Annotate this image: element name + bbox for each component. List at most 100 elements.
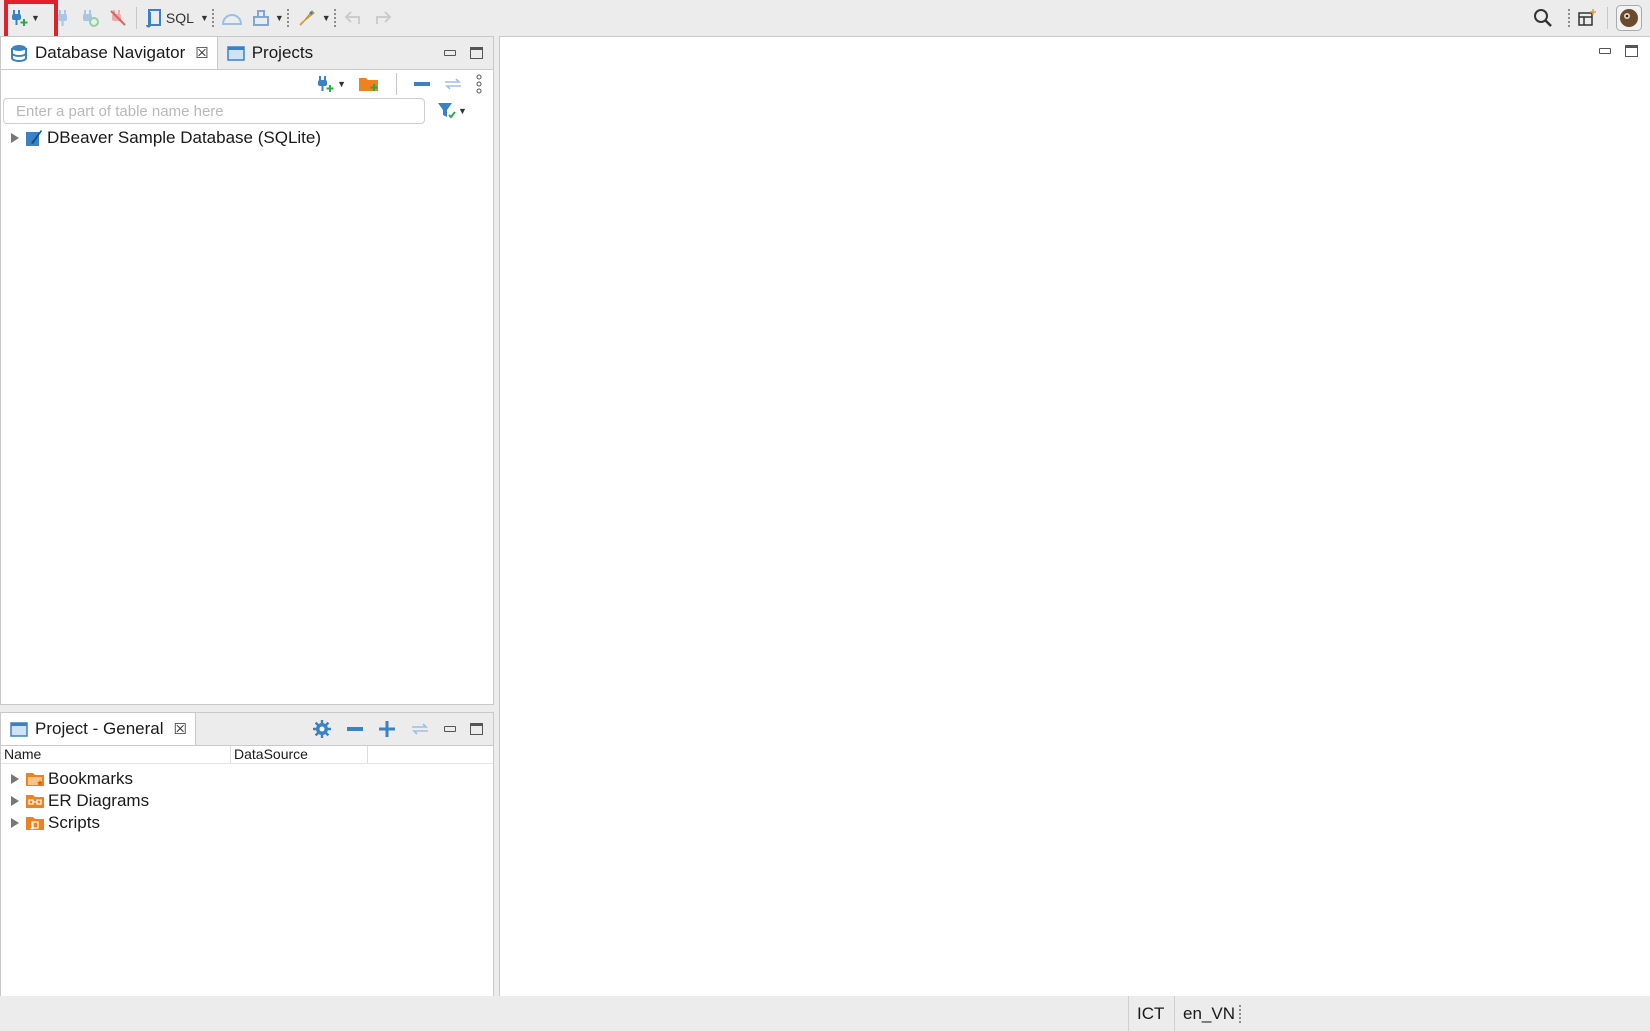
chevron-down-icon[interactable]: ▼ (322, 13, 331, 23)
toolbar-separator (135, 7, 137, 29)
tab-project-general[interactable]: Project - General ☒ (1, 713, 196, 745)
filter-button[interactable]: ▼ (437, 102, 467, 120)
er-diagram-folder-icon (26, 795, 44, 808)
database-icon (11, 45, 27, 63)
new-connection-button[interactable]: ▼ (316, 74, 346, 94)
open-perspective-button[interactable] (1577, 4, 1597, 32)
back-icon (344, 11, 360, 24)
expand-icon[interactable] (11, 133, 19, 143)
navigator-search-row: ▼ (3, 97, 491, 125)
chevron-down-icon[interactable]: ▼ (458, 106, 467, 116)
sql-editor-icon (145, 9, 161, 28)
expand-icon[interactable] (11, 796, 19, 806)
tree-item-bookmarks[interactable]: Bookmarks (1, 768, 493, 790)
status-grip (1239, 1004, 1241, 1024)
toolbar-grip (333, 8, 336, 28)
reconnect-button[interactable] (80, 4, 100, 32)
panel-controls (444, 37, 493, 69)
column-datasource[interactable]: DataSource (231, 746, 368, 763)
minimize-icon[interactable] (444, 50, 456, 56)
close-icon[interactable]: ☒ (195, 44, 208, 62)
project-icon (10, 722, 28, 737)
link-editor-icon[interactable] (443, 77, 463, 91)
new-connection-icon (318, 76, 334, 92)
chevron-down-icon[interactable]: ▼ (275, 13, 284, 23)
tab-label: Project - General (35, 719, 164, 738)
new-folder-icon[interactable] (358, 74, 380, 94)
search-icon (1534, 9, 1552, 27)
minimize-icon[interactable] (1599, 48, 1611, 54)
table-filter-input[interactable] (3, 98, 425, 124)
chevron-down-icon[interactable]: ▼ (200, 13, 209, 23)
status-timezone: ICT (1128, 996, 1172, 1031)
commit-button[interactable]: ▼ (251, 4, 284, 32)
toolbar-separator (396, 73, 397, 95)
database-navigator-panel: Database Navigator ☒ Projects ▼ ▼ (0, 36, 494, 705)
close-icon[interactable]: ☒ (174, 720, 187, 738)
toolbar-grip (1568, 8, 1570, 28)
toolbar-grip (286, 8, 289, 28)
navigator-toolbar: ▼ (1, 70, 493, 98)
project-tabbar: Project - General ☒ (1, 713, 493, 746)
expand-icon[interactable] (11, 774, 19, 784)
sql-editor-button[interactable]: SQL ▼ (145, 4, 209, 32)
tab-label: Database Navigator (35, 43, 186, 62)
editor-area-controls (1599, 45, 1638, 57)
minimize-icon[interactable] (444, 726, 456, 732)
collapse-all-icon[interactable] (413, 78, 431, 90)
status-bar: ICT en_VN (0, 996, 1650, 1031)
view-menu-icon[interactable] (475, 74, 483, 94)
expand-all-icon[interactable] (378, 720, 396, 738)
perspective-icon (1578, 9, 1596, 26)
bookmarks-folder-icon (26, 773, 44, 786)
main-toolbar: ▼ SQL ▼ ▼ ▼ (0, 0, 1650, 36)
gear-icon[interactable] (312, 719, 332, 739)
scripts-folder-icon (26, 817, 44, 830)
expand-icon[interactable] (11, 818, 19, 828)
navigator-tabbar: Database Navigator ☒ Projects (1, 37, 493, 70)
projects-icon (226, 46, 245, 61)
toolbar-grip (211, 8, 214, 28)
filter-icon (438, 103, 456, 119)
transaction-icon (221, 14, 242, 25)
chevron-down-icon[interactable]: ▼ (337, 79, 346, 89)
column-name[interactable]: Name (1, 746, 231, 763)
tree-item-label: Bookmarks (48, 769, 134, 788)
dbeaver-perspective-button[interactable] (1616, 4, 1642, 32)
project-general-panel: Project - General ☒ Name DataSource Book… (0, 712, 494, 998)
project-column-header: Name DataSource (1, 746, 493, 764)
sql-label: SQL (165, 10, 194, 26)
maximize-icon[interactable] (1625, 45, 1638, 57)
forward-button[interactable] (371, 4, 393, 32)
tab-projects[interactable]: Projects (218, 37, 321, 69)
tools-icon (299, 10, 315, 26)
project-tree: Bookmarks ER Diagrams Scripts (1, 768, 493, 834)
tab-label: Projects (251, 43, 314, 62)
reconnect-icon (82, 10, 99, 27)
collapse-all-icon[interactable] (346, 723, 364, 735)
forward-icon (375, 11, 392, 24)
avatar (1616, 5, 1642, 31)
editor-area (499, 36, 1650, 998)
status-locale: en_VN (1174, 996, 1243, 1031)
back-button[interactable] (343, 4, 365, 32)
tools-button[interactable]: ▼ (296, 4, 331, 32)
toolbar-separator (1607, 7, 1608, 29)
maximize-icon[interactable] (470, 47, 483, 59)
tree-item-scripts[interactable]: Scripts (1, 812, 493, 834)
disconnect-button[interactable] (108, 4, 128, 32)
disconnect-icon (110, 10, 126, 26)
tree-item-label: ER Diagrams (48, 791, 150, 810)
tree-item-label: DBeaver Sample Database (SQLite) (47, 128, 322, 147)
navigator-tree: DBeaver Sample Database (SQLite) (1, 127, 493, 149)
link-editor-icon[interactable] (410, 722, 430, 736)
tree-item-er-diagrams[interactable]: ER Diagrams (1, 790, 493, 812)
tree-item-sample-database[interactable]: DBeaver Sample Database (SQLite) (1, 127, 493, 149)
maximize-icon[interactable] (470, 723, 483, 735)
tab-database-navigator[interactable]: Database Navigator ☒ (1, 37, 218, 69)
transaction-mode-button[interactable] (221, 4, 243, 32)
tree-item-label: Scripts (48, 813, 100, 832)
global-search-button[interactable] (1532, 4, 1554, 32)
panel-controls (312, 713, 493, 745)
sqlite-icon (26, 130, 42, 146)
